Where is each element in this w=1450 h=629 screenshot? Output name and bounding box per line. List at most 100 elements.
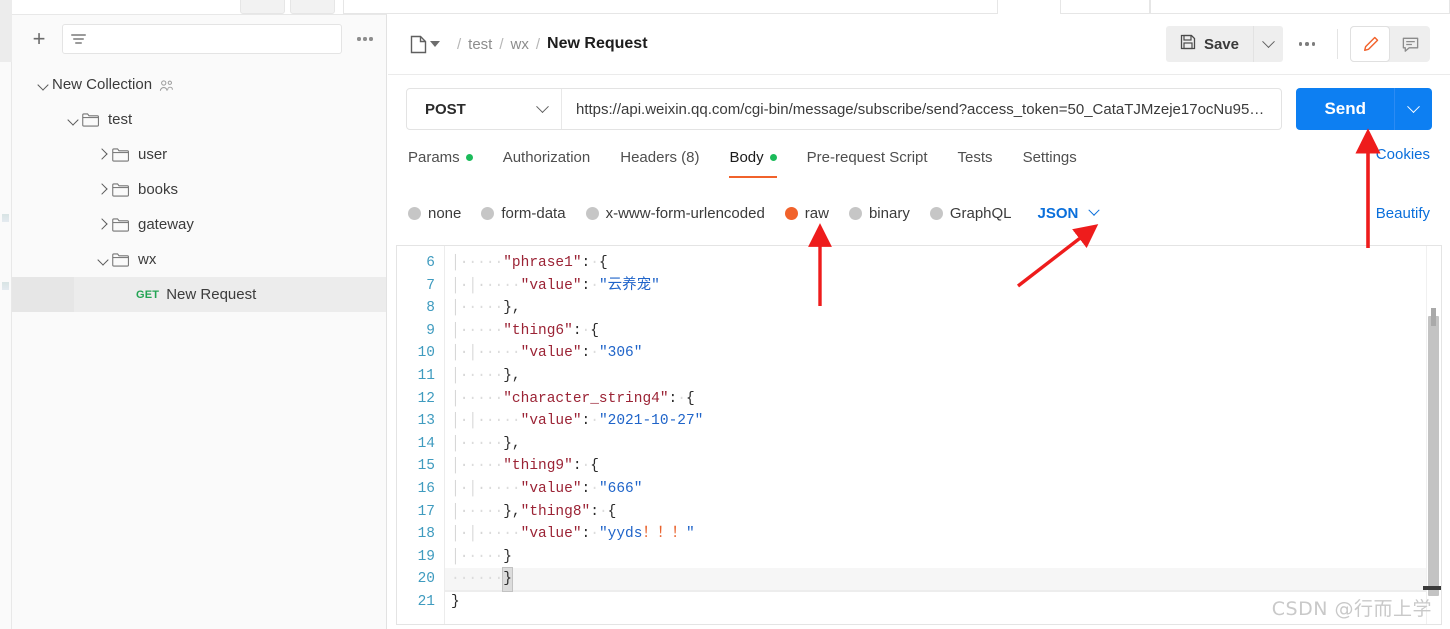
editor-scrollbar[interactable] bbox=[1423, 246, 1441, 624]
header-more-icon[interactable] bbox=[1289, 26, 1325, 62]
code-line[interactable]: │·····"character_string4":·{ bbox=[445, 388, 1441, 411]
tree-caret-down-icon[interactable] bbox=[94, 251, 112, 269]
code-line[interactable]: │·····"thing9":·{ bbox=[445, 455, 1441, 478]
tree-caret-right-icon[interactable] bbox=[94, 146, 112, 164]
url-input[interactable] bbox=[562, 100, 1282, 118]
line-number: 15 bbox=[417, 458, 435, 475]
code-line[interactable]: │·│·····"value":·"306" bbox=[445, 342, 1441, 365]
body-type-row: none form-data x-www-form-urlencoded raw bin… bbox=[388, 192, 1450, 234]
ghost-tab-b[interactable] bbox=[290, 0, 335, 14]
tree-folder-new-collection[interactable]: New Collection bbox=[12, 67, 386, 102]
code-line[interactable]: │·····}, bbox=[445, 365, 1441, 388]
tab-label: Headers (8) bbox=[620, 149, 700, 166]
tree-caret-right-icon[interactable] bbox=[94, 216, 112, 234]
tab-body[interactable]: Body bbox=[729, 146, 777, 178]
http-method-select[interactable]: POST bbox=[407, 89, 562, 129]
code-line[interactable]: │·····}, bbox=[445, 297, 1441, 320]
collection-tree: New Collection test user books gateway wx GET N… bbox=[12, 63, 386, 312]
tree-folder-wx[interactable]: wx bbox=[12, 242, 386, 277]
body-type-graphql[interactable]: GraphQL bbox=[929, 205, 1012, 222]
line-number: 12 bbox=[417, 390, 435, 407]
body-type-raw[interactable]: raw bbox=[784, 205, 829, 222]
tree-caret-right-icon[interactable] bbox=[94, 181, 112, 199]
code-token: · bbox=[590, 413, 599, 430]
body-editor[interactable]: 6 7 8 9 10 11 12 13 14 15 16 17 18 19 20 21 │·····"phra… bbox=[396, 245, 1442, 625]
tree-folder-user[interactable]: user bbox=[12, 137, 386, 172]
tab-settings[interactable]: Settings bbox=[1023, 146, 1077, 178]
rail-icon-a[interactable] bbox=[2, 214, 9, 222]
tab-tests[interactable]: Tests bbox=[958, 146, 993, 178]
folder-icon bbox=[112, 252, 129, 267]
body-type-none[interactable]: none bbox=[408, 205, 461, 222]
code-line[interactable]: ······} bbox=[445, 567, 1441, 592]
code-line[interactable]: │·│·····"value":·"yyds！！！" bbox=[445, 523, 1441, 546]
collection-filter-box[interactable] bbox=[62, 24, 342, 54]
radio-icon bbox=[408, 206, 421, 220]
code-token: { bbox=[598, 255, 608, 271]
code-token: "value" bbox=[520, 413, 582, 430]
tree-folder-gateway[interactable]: gateway bbox=[12, 207, 386, 242]
code-token: · bbox=[677, 390, 686, 407]
breadcrumb-item-test[interactable]: test bbox=[468, 36, 492, 53]
save-button[interactable]: Save bbox=[1165, 26, 1253, 62]
whitespace-dot: ·· bbox=[485, 345, 504, 362]
code-token: "2021-10-27" bbox=[598, 413, 704, 430]
editor-code[interactable]: │·····"phrase1":·{│·│·····"value":·"云养宠"… bbox=[445, 246, 1441, 624]
whitespace-dot: ·· bbox=[485, 367, 504, 384]
code-line[interactable]: │·│·····"value":·"云养宠" bbox=[445, 275, 1441, 298]
code-token: } bbox=[451, 593, 460, 610]
tab-pre-request-script[interactable]: Pre-request Script bbox=[807, 146, 928, 178]
line-number: 7 bbox=[426, 277, 435, 294]
whitespace-dot: ·· bbox=[468, 435, 486, 452]
add-new-button[interactable]: + bbox=[26, 26, 52, 52]
tree-folder-books[interactable]: books bbox=[12, 172, 386, 207]
breadcrumb-caret-icon[interactable] bbox=[430, 41, 440, 47]
comment-icon[interactable] bbox=[1390, 26, 1430, 62]
beautify-link[interactable]: Beautify bbox=[1376, 205, 1430, 222]
send-options-caret-icon[interactable] bbox=[1394, 88, 1432, 130]
tree-request-new-request[interactable]: GET New Request bbox=[12, 277, 386, 312]
breadcrumb-item-wx[interactable]: wx bbox=[511, 36, 529, 53]
code-token: { bbox=[590, 458, 599, 475]
code-token: }, bbox=[503, 503, 521, 520]
send-button[interactable]: Send bbox=[1296, 88, 1394, 130]
tab-headers-8[interactable]: Headers (8) bbox=[620, 146, 699, 178]
indent-guide: │· bbox=[451, 322, 469, 339]
code-line[interactable]: │·····}, bbox=[445, 433, 1441, 456]
chevron-down-icon bbox=[536, 99, 549, 113]
breadcrumb-bar: / test / wx / New Request Save bbox=[388, 14, 1450, 75]
sidebar-more-icon[interactable] bbox=[352, 37, 378, 41]
body-type-x-www-form-urlencoded[interactable]: x-www-form-urlencoded bbox=[585, 205, 765, 222]
code-token: " bbox=[685, 526, 695, 543]
code-line[interactable]: │·····} bbox=[445, 546, 1441, 569]
editor-scrollbar-thumb[interactable] bbox=[1423, 308, 1441, 596]
ghost-tab-a[interactable] bbox=[240, 0, 285, 14]
code-line[interactable]: │·│·····"value":·"666" bbox=[445, 478, 1441, 501]
rail-icon-b[interactable] bbox=[2, 282, 9, 290]
header-actions: Save bbox=[1165, 26, 1430, 62]
tree-folder-test[interactable]: test bbox=[12, 102, 386, 137]
body-type-binary[interactable]: binary bbox=[848, 205, 910, 222]
tab-params[interactable]: Params bbox=[408, 146, 473, 178]
tab-label: Pre-request Script bbox=[806, 149, 928, 166]
save-options-caret-icon[interactable] bbox=[1253, 26, 1283, 62]
whitespace-dot: ·· bbox=[468, 503, 486, 520]
body-type-form-data[interactable]: form-data bbox=[481, 205, 566, 222]
chevron-down-icon bbox=[1088, 204, 1101, 216]
code-token: : bbox=[572, 322, 582, 339]
tab-authorization[interactable]: Authorization bbox=[503, 146, 591, 178]
code-line[interactable]: │·│·····"value":·"2021-10-27" bbox=[445, 410, 1441, 433]
body-format-select[interactable]: JSON bbox=[1038, 204, 1101, 222]
cookies-link[interactable]: Cookies bbox=[1376, 146, 1430, 163]
tree-item-label: user bbox=[138, 146, 168, 163]
pencil-icon[interactable] bbox=[1350, 26, 1390, 62]
code-line[interactable]: } bbox=[445, 591, 1441, 614]
line-number: 21 bbox=[417, 593, 435, 610]
code-token: · bbox=[590, 345, 599, 362]
code-line[interactable]: │·····"phrase1":·{ bbox=[445, 252, 1441, 275]
code-token: "thing6" bbox=[503, 322, 573, 339]
code-line[interactable]: │·····},"thing8":·{ bbox=[445, 501, 1441, 524]
code-line[interactable]: │·····"thing6":·{ bbox=[445, 320, 1441, 343]
tree-caret-down-icon[interactable] bbox=[34, 76, 52, 94]
tree-caret-down-icon[interactable] bbox=[64, 111, 82, 129]
